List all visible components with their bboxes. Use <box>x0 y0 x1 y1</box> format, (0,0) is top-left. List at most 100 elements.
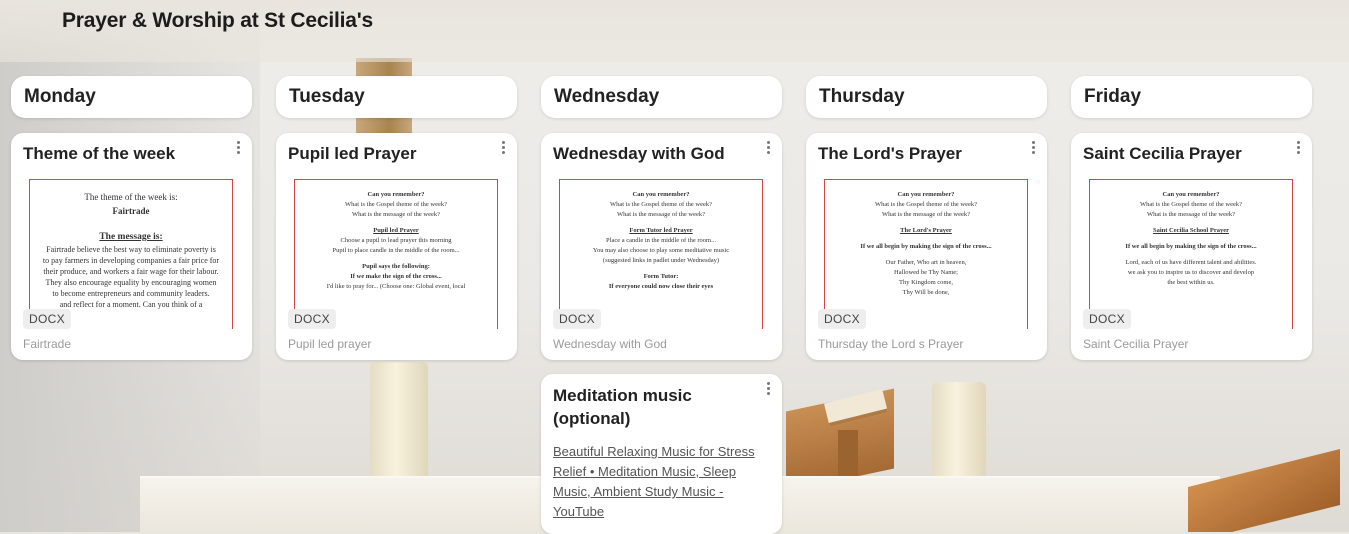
candle-left <box>370 362 428 494</box>
doc-line: If we make the sign of the cross... <box>350 273 442 280</box>
file-type-badge: DOCX <box>23 309 71 329</box>
column-wednesday: Wednesday Wednesday with God Can you rem… <box>541 76 782 534</box>
section-header-monday[interactable]: Monday <box>11 76 252 118</box>
document-preview[interactable]: Can you remember? What is the Gospel the… <box>547 177 777 329</box>
more-options-icon[interactable] <box>1028 141 1038 157</box>
doc-line: Can you remember? <box>367 191 425 198</box>
post-title: The Lord's Prayer <box>818 144 962 163</box>
post-title: Wednesday with God <box>553 144 725 163</box>
doc-line: Pupil says the following: <box>362 263 430 270</box>
file-type-badge: DOCX <box>1083 309 1131 329</box>
doc-line: Hallowed be Thy Name; <box>894 269 958 276</box>
doc-line: What is the Gospel theme of the week? <box>610 201 712 208</box>
page-title: Prayer & Worship at St Cecilia's <box>62 9 373 32</box>
section-title: Thursday <box>819 86 905 107</box>
doc-line: The message is: <box>99 232 163 242</box>
more-options-icon[interactable] <box>498 141 508 157</box>
doc-line: the best within us. <box>1167 279 1215 286</box>
doc-line: I'd like to pray for... (Choose one: Glo… <box>326 283 466 290</box>
document-preview[interactable]: Can you remember? What is the Gospel the… <box>1077 177 1307 329</box>
section-title: Friday <box>1084 86 1142 107</box>
attachment-caption: Wednesday with God <box>553 337 667 351</box>
section-header-thursday[interactable]: Thursday <box>806 76 1047 118</box>
doc-line: Saint Cecilia School Prayer <box>1152 227 1229 234</box>
doc-line: to pay farmers in developing companies a… <box>42 256 220 265</box>
column-thursday: Thursday The Lord's Prayer Can you remem… <box>806 76 1047 360</box>
doc-line: their produce, and workers a fair wage f… <box>43 267 219 276</box>
doc-line: Can you remember? <box>897 191 955 198</box>
doc-line: Our Father, Who art in heaven, <box>885 259 967 266</box>
section-header-wednesday[interactable]: Wednesday <box>541 76 782 118</box>
doc-line: Fairtrade <box>112 206 150 216</box>
attachment-caption: Saint Cecilia Prayer <box>1083 337 1189 351</box>
attachment-caption: Pupil led prayer <box>288 337 372 351</box>
doc-line: The Lord's Prayer <box>900 227 952 234</box>
doc-line: What is the Gospel theme of the week? <box>345 201 447 208</box>
padlet-header: Prayer & Worship at St Cecilia's <box>0 0 1349 62</box>
more-options-icon[interactable] <box>763 382 773 398</box>
doc-line: The theme of the week is: <box>84 192 178 202</box>
doc-line: Can you remember? <box>632 191 690 198</box>
doc-line: Thy Kingdom come, <box>899 279 953 286</box>
doc-line: What is the message of the week? <box>616 211 706 218</box>
doc-line: Form Tutor: <box>643 273 679 280</box>
attachment-caption: Thursday the Lord s Prayer <box>818 337 964 351</box>
doc-line: They also encourage equality by encourag… <box>45 278 217 287</box>
post-card-wednesday-with-god[interactable]: Wednesday with God Can you remember? Wha… <box>541 133 782 360</box>
doc-line: If everyone could now close their eyes <box>608 283 714 290</box>
doc-line: If we all begin by making the sign of th… <box>1125 243 1257 250</box>
doc-line: Pupil led Prayer <box>373 227 419 234</box>
document-page: Can you remember? What is the Gospel the… <box>1089 179 1293 329</box>
file-type-badge: DOCX <box>553 309 601 329</box>
post-title: Pupil led Prayer <box>288 144 417 163</box>
post-title: Meditation music (optional) <box>553 386 692 428</box>
post-title: Theme of the week <box>23 144 176 163</box>
doc-line: Form Tutor led Prayer <box>629 227 693 234</box>
doc-line: Fairtrade believe the best way to elimin… <box>46 245 216 254</box>
more-options-icon[interactable] <box>1293 141 1303 157</box>
document-page: Can you remember? What is the Gospel the… <box>559 179 763 329</box>
doc-line: Pupil to place candle in the middle of t… <box>332 247 460 254</box>
section-title: Monday <box>24 86 96 107</box>
post-card-meditation-music[interactable]: Meditation music (optional) Beautiful Re… <box>541 374 782 534</box>
document-page: Can you remember? What is the Gospel the… <box>294 179 498 329</box>
doc-line: What is the Gospel theme of the week? <box>875 201 977 208</box>
post-card-theme-of-the-week[interactable]: Theme of the week The theme of the week … <box>11 133 252 360</box>
doc-line: Choose a pupil to lead prayer this morni… <box>340 237 452 244</box>
doc-line: Place a candle in the middle of the room… <box>606 237 716 244</box>
doc-line: What is the message of the week? <box>881 211 971 218</box>
doc-line: What is the message of the week? <box>351 211 441 218</box>
doc-line: Can you remember? <box>1162 191 1220 198</box>
section-title: Tuesday <box>289 86 365 107</box>
document-page: The theme of the week is: Fairtrade The … <box>29 179 233 329</box>
column-tuesday: Tuesday Pupil led Prayer Can you remembe… <box>276 76 517 360</box>
more-options-icon[interactable] <box>233 141 243 157</box>
doc-line: What is the message of the week? <box>1146 211 1236 218</box>
document-preview[interactable]: The theme of the week is: Fairtrade The … <box>17 177 247 329</box>
doc-line: to become entrepreneurs and community le… <box>52 289 210 298</box>
post-card-saint-cecilia-prayer[interactable]: Saint Cecilia Prayer Can you remember? W… <box>1071 133 1312 360</box>
doc-line: (suggested links in padlet under Wednesd… <box>602 257 720 264</box>
file-type-badge: DOCX <box>288 309 336 329</box>
post-card-the-lords-prayer[interactable]: The Lord's Prayer Can you remember? What… <box>806 133 1047 360</box>
doc-line: Thy Will be done, <box>902 289 950 296</box>
doc-line: we ask you to inspire us to discover and… <box>1127 269 1255 276</box>
doc-line: What is the Gospel theme of the week? <box>1140 201 1242 208</box>
file-type-badge: DOCX <box>818 309 866 329</box>
column-friday: Friday Saint Cecilia Prayer Can you reme… <box>1071 76 1312 360</box>
section-title: Wednesday <box>554 86 660 107</box>
doc-line: Lord, each of us have different talent a… <box>1125 259 1257 266</box>
column-monday: Monday Theme of the week The theme of th… <box>11 76 252 360</box>
document-preview[interactable]: Can you remember? What is the Gospel the… <box>812 177 1042 329</box>
post-title: Saint Cecilia Prayer <box>1083 144 1242 163</box>
post-card-pupil-led-prayer[interactable]: Pupil led Prayer Can you remember? What … <box>276 133 517 360</box>
youtube-link[interactable]: Beautiful Relaxing Music for Stress Reli… <box>541 430 782 522</box>
doc-line: If we all begin by making the sign of th… <box>860 243 992 250</box>
section-header-tuesday[interactable]: Tuesday <box>276 76 517 118</box>
document-page: Can you remember? What is the Gospel the… <box>824 179 1028 329</box>
section-header-friday[interactable]: Friday <box>1071 76 1312 118</box>
document-preview[interactable]: Can you remember? What is the Gospel the… <box>282 177 512 329</box>
more-options-icon[interactable] <box>763 141 773 157</box>
attachment-caption: Fairtrade <box>23 337 72 351</box>
doc-line: You may also choose to play some meditat… <box>592 247 730 254</box>
